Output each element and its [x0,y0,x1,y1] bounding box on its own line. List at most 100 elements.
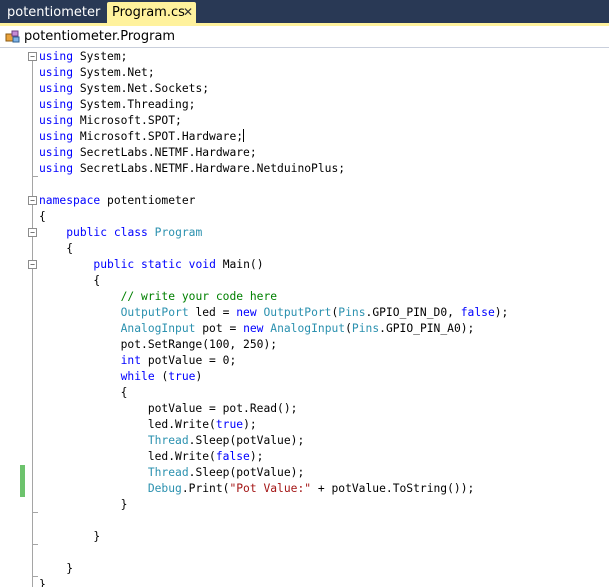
collapse-toggle-icon[interactable]: − [28,228,37,237]
code-line[interactable]: // write your code here [39,289,607,305]
code-line[interactable]: using SecretLabs.NETMF.Hardware; [39,145,607,161]
code-token: led.Write( [39,418,216,431]
code-line[interactable]: using SecretLabs.NETMF.Hardware.Netduino… [39,161,607,177]
code-line[interactable]: using System.Net.Sockets; [39,81,607,97]
code-token: ) [195,370,203,383]
outline-end-tick [33,544,38,545]
code-line[interactable]: using Microsoft.SPOT.Hardware; [39,129,607,145]
code-token: false [215,450,250,463]
code-token: true [168,370,196,383]
code-token: class [113,226,148,239]
member-dropdown-label: potentiometer.Program [24,29,176,44]
code-token: ); [249,450,264,463]
code-token: using [39,162,74,175]
code-line[interactable]: { [39,273,607,289]
code-line[interactable]: AnalogInput pot = new AnalogInput(Pins.G… [39,321,607,337]
code-text[interactable]: using System; using System.Net; using Syst… [39,49,607,587]
code-token: // write your code here [120,290,278,303]
code-token: potValue = pot.Read(); [39,402,298,415]
change-tracking-marker [20,465,25,497]
document-tab-bar: potentiometer Program.cs ✕ [0,0,609,23]
code-line[interactable]: } [39,497,607,513]
code-token: public [93,258,135,271]
code-token: false [460,306,495,319]
code-token: Debug [147,482,182,495]
code-line[interactable]: } [39,529,607,545]
code-line[interactable]: led.Write(false); [39,449,607,465]
collapse-toggle-icon[interactable]: − [28,260,37,269]
code-token: System; [73,50,128,63]
code-token: + potValue.ToString()); [311,482,475,495]
code-token: System.Net.Sockets; [73,82,210,95]
collapse-toggle-icon[interactable]: − [28,52,37,61]
code-line[interactable]: while (true) [39,369,607,385]
code-line[interactable]: OutputPort led = new OutputPort(Pins.GPI… [39,305,607,321]
code-token: void [188,258,216,271]
code-line[interactable] [39,177,607,193]
tab-label: potentiometer [7,5,101,20]
code-token: public [66,226,108,239]
code-token: led = [188,306,237,319]
code-line[interactable]: using System.Threading; [39,97,607,113]
code-line[interactable]: } [39,561,607,577]
collapse-toggle-icon[interactable]: − [28,196,37,205]
code-token: while [120,370,155,383]
tab-program-cs[interactable]: Program.cs ✕ [107,2,196,23]
code-line[interactable]: { [39,385,607,401]
text-caret [243,129,245,142]
code-token: SecretLabs.NETMF.Hardware.NetduinoPlus; [73,162,346,175]
code-token: Thread [147,434,189,447]
code-token: .GPIO_PIN_D0, [365,306,461,319]
tab-potentiometer[interactable]: potentiometer [3,2,102,23]
member-navigation-bar[interactable]: potentiometer.Program [0,26,609,48]
indicator-margin [0,49,27,587]
code-line[interactable]: int potValue = 0; [39,353,607,369]
code-line[interactable]: using Microsoft.SPOT; [39,113,607,129]
code-line[interactable]: using System.Net; [39,65,607,81]
code-token: new [236,306,257,319]
code-line[interactable]: led.Write(true); [39,417,607,433]
code-token: pot = [195,322,244,335]
outline-end-tick [33,512,38,513]
code-editor[interactable]: − − − − using System; using System.Net; using… [0,49,609,587]
code-line[interactable]: Thread.Sleep(potValue); [39,465,607,481]
code-line[interactable] [39,513,607,529]
code-line[interactable]: { [39,209,607,225]
code-line[interactable]: public static void Main() [39,257,607,273]
code-token: Pins [338,306,366,319]
code-line[interactable]: { [39,241,607,257]
code-token: using [39,66,74,79]
outline-end-tick [33,176,38,177]
code-line[interactable]: pot.SetRange(100, 250); [39,337,607,353]
code-line[interactable] [39,545,607,561]
code-line[interactable]: Thread.Sleep(potValue); [39,433,607,449]
code-token: potentiometer [100,194,196,207]
code-token: using [39,98,74,111]
code-token: led.Write( [39,450,216,463]
code-token: } [39,562,74,575]
close-icon[interactable]: ✕ [182,6,194,18]
code-token: Microsoft.SPOT; [73,114,182,127]
code-token: .Print( [181,482,230,495]
code-token: Main() [215,258,264,271]
code-token: pot.SetRange(100, 250); [39,338,278,351]
code-line[interactable]: Debug.Print("Pot Value:" + potValue.ToSt… [39,481,607,497]
code-line[interactable]: namespace potentiometer [39,193,607,209]
code-line[interactable]: public class Program [39,225,607,241]
code-token: static [141,258,182,271]
code-line[interactable]: } [39,577,607,587]
code-line[interactable]: using System; [39,49,607,65]
code-token: AnalogInput [120,322,196,335]
code-token: potValue = 0; [141,354,237,367]
code-line[interactable]: potValue = pot.Read(); [39,401,607,417]
